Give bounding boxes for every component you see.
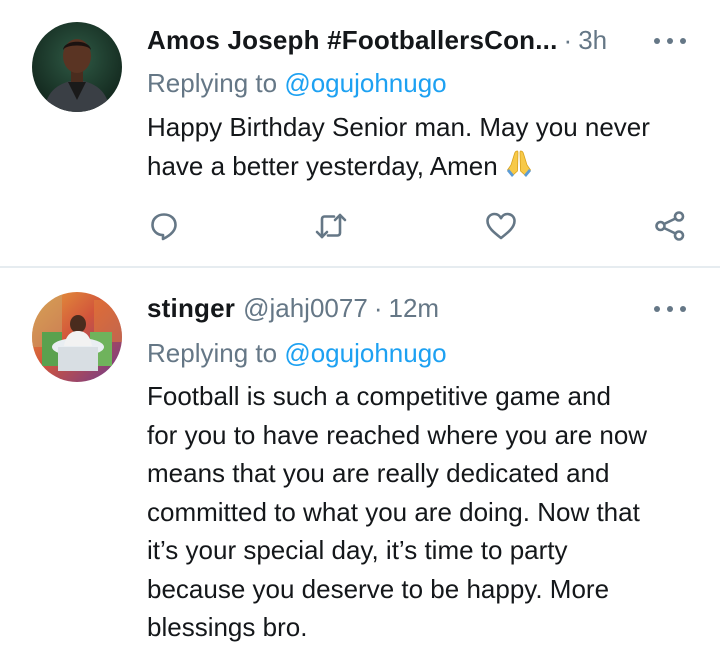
dot <box>667 306 673 312</box>
replying-to: Replying to @ogujohnugo <box>147 338 447 369</box>
dot <box>667 38 673 44</box>
tweet-divider <box>0 266 720 268</box>
separator-dot: · <box>563 24 573 55</box>
tweet-text-line: because you deserve to be happy. More <box>147 573 610 604</box>
dot <box>680 38 686 44</box>
timestamp[interactable]: 12m <box>388 293 439 324</box>
share-icon[interactable] <box>652 208 688 244</box>
tweet-text-line: have a better yesterday, Amen <box>147 147 702 189</box>
reply-icon[interactable] <box>146 208 182 244</box>
dot <box>654 38 660 44</box>
tweet-text-line: committed to what you are doing. Now tha… <box>147 496 640 527</box>
replying-to-label: Replying to <box>147 338 285 368</box>
tweet[interactable]: Amos Joseph #FootballersCon... · 3h Repl… <box>0 0 720 266</box>
replying-to-label: Replying to <box>147 68 285 98</box>
display-name[interactable]: stinger <box>147 293 235 324</box>
tweet-header: Amos Joseph #FootballersCon... · 3h <box>147 22 607 58</box>
tweet-text-line: Football is such a competitive game and <box>147 381 611 411</box>
replying-to-handle[interactable]: @ogujohnugo <box>284 338 446 368</box>
avatar-photo <box>32 292 122 382</box>
tweet-text: Football is such a competitive game and … <box>147 377 702 647</box>
timestamp[interactable]: 3h <box>578 25 607 56</box>
folded-hands-icon <box>504 148 534 189</box>
avatar[interactable] <box>32 292 122 382</box>
tweet-actions <box>0 208 720 244</box>
tweet-text-line: means that you are really dedicated and <box>147 458 610 488</box>
tweet-header: stinger @jahj0077 · 12m <box>147 290 439 326</box>
more-options-icon[interactable] <box>654 299 686 319</box>
avatar-photo <box>32 22 122 112</box>
retweet-icon[interactable] <box>313 208 349 244</box>
replying-to: Replying to @ogujohnugo <box>147 68 447 99</box>
like-icon[interactable] <box>483 208 519 244</box>
tweet-text-fragment: have a better yesterday, Amen <box>147 150 498 181</box>
display-name[interactable]: Amos Joseph #FootballersCon... <box>147 25 558 56</box>
dot <box>680 306 686 312</box>
separator-dot: · <box>373 292 383 323</box>
tweet-text-line: blessings bro. <box>147 612 308 642</box>
more-options-icon[interactable] <box>654 31 686 51</box>
avatar[interactable] <box>32 22 122 112</box>
tweet-text-line: for you to have reached where you are no… <box>147 419 648 450</box>
dot <box>654 306 660 312</box>
tweet-text-line: Happy Birthday Senior man. May you never <box>147 112 650 142</box>
user-handle[interactable]: @jahj0077 <box>243 293 368 324</box>
tweet-text-line: it’s your special day, it’s time to part… <box>147 535 568 565</box>
replying-to-handle[interactable]: @ogujohnugo <box>284 68 446 98</box>
tweet-text: Happy Birthday Senior man. May you never… <box>147 108 702 188</box>
